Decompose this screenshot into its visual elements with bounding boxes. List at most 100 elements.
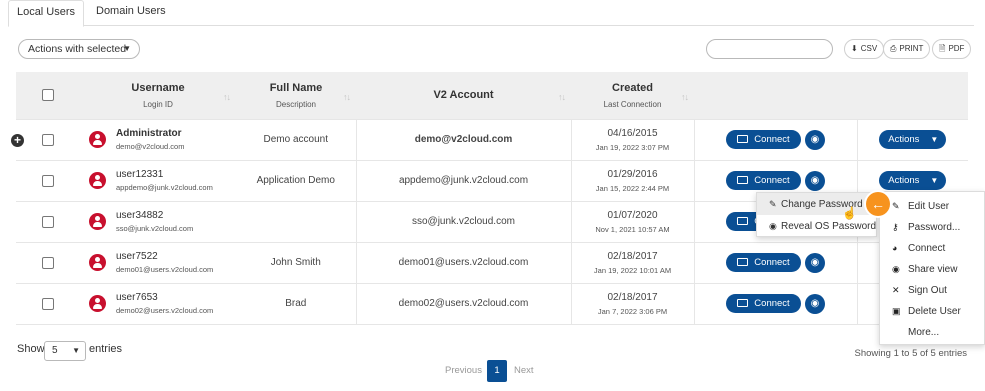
created-date: 01/07/2020: [607, 209, 658, 221]
created-cell: 02/18/2017 Jan 19, 2022 10:01 AM: [571, 241, 695, 283]
actions-column-header: [857, 72, 968, 119]
user-edit-icon: ✎: [892, 201, 900, 211]
row-checkbox[interactable]: [42, 174, 54, 187]
expand-row-icon[interactable]: +: [11, 134, 24, 147]
actions-button[interactable]: Actions ▼: [879, 171, 947, 190]
page-1-button[interactable]: 1: [487, 360, 507, 382]
page-size-value: 5: [52, 345, 58, 356]
username-cell: user12331 appdemo@junk.v2cloud.com: [80, 159, 236, 201]
eye-icon: ◉: [892, 264, 900, 274]
full-name-cell: John Smith: [236, 241, 357, 283]
connect-label: Connect: [754, 257, 790, 268]
v2-account-cell: sso@junk.v2cloud.com: [356, 200, 572, 242]
connect-button[interactable]: Connect: [726, 294, 801, 313]
key-icon: ⚷: [892, 222, 899, 232]
view-eye-button[interactable]: ◉: [805, 293, 825, 314]
more-menu-item[interactable]: More...: [880, 322, 984, 343]
connect-button[interactable]: Connect: [726, 130, 801, 149]
login-id: demo@v2cloud.com: [116, 142, 185, 152]
select-all-checkbox[interactable]: [42, 89, 54, 102]
user-avatar-icon: [89, 254, 106, 271]
actions-with-selected-label: Actions with selected: [28, 43, 127, 55]
caret-down-icon: ▼: [930, 135, 939, 144]
connect-cell: Connect ◉: [694, 282, 858, 325]
created-date: 02/18/2017: [607, 250, 658, 262]
eye-icon: ◉: [769, 221, 777, 231]
actions-label: Actions: [888, 175, 920, 186]
description-header-label: Description: [275, 99, 316, 109]
search-input[interactable]: [706, 39, 833, 59]
login-id-header-label: Login ID: [143, 99, 173, 109]
edit-user-label: Edit User: [908, 201, 950, 212]
print-button[interactable]: ⎙ PRINT: [883, 39, 931, 59]
view-eye-button[interactable]: ◉: [805, 170, 825, 191]
page-size-select[interactable]: 5 ▼: [44, 341, 86, 361]
change-password-menu-item[interactable]: ✎ Change Password: [757, 193, 876, 215]
username-column-header[interactable]: Username Login ID ↑↓: [80, 72, 236, 119]
full-name-column-header[interactable]: Full Name Description ↑↓: [236, 72, 356, 119]
row-checkbox[interactable]: [42, 256, 54, 269]
last-connection: Jan 7, 2022 3:06 PM: [597, 306, 668, 316]
share-view-menu-item[interactable]: ◉ Share view: [880, 259, 984, 280]
monitor-icon: [737, 299, 749, 307]
pencil-icon: ✎: [769, 199, 777, 209]
user-avatar-icon: [89, 131, 106, 148]
created-cell: 02/18/2017 Jan 7, 2022 3:06 PM: [571, 282, 695, 325]
row-checkbox[interactable]: [42, 297, 54, 310]
more-label: More...: [908, 327, 940, 338]
password-menu-item[interactable]: ⚷ Password...: [880, 217, 984, 238]
row-select-cell: [16, 200, 80, 242]
full-name-cell: Application Demo: [236, 159, 357, 201]
table-header-row: Username Login ID ↑↓ Full Name Descripti…: [16, 72, 968, 119]
username-cell: Administrator demo@v2cloud.com: [80, 118, 236, 160]
last-connection-header-label: Last Connection: [603, 99, 662, 109]
user-type-tabs: Local Users Domain Users: [8, 0, 974, 27]
connect-icon: ◕: [892, 243, 898, 253]
v2-account-cell: appdemo@junk.v2cloud.com: [356, 159, 572, 201]
table-row: user7653 demo02@users.v2cloud.com Brad de…: [16, 282, 968, 325]
reveal-os-password-menu-item[interactable]: ◉ Reveal OS Password: [757, 215, 876, 237]
full-name-cell: [236, 200, 357, 242]
tab-local-users[interactable]: Local Users: [8, 0, 84, 27]
created-column-header[interactable]: Created Last Connection ↑↓: [571, 72, 694, 119]
actions-button[interactable]: Actions ▼: [879, 130, 947, 149]
caret-down-icon: ▼: [123, 44, 131, 53]
connect-menu-item[interactable]: ◕ Connect: [880, 238, 984, 259]
view-eye-button[interactable]: ◉: [805, 252, 825, 273]
password-submenu: ✎ Change Password ◉ Reveal OS Password: [756, 192, 877, 237]
full-name-header-label: Full Name: [269, 81, 323, 94]
edit-user-menu-item[interactable]: ✎ Edit User: [880, 196, 984, 217]
full-name-cell: Demo account: [236, 118, 357, 160]
csv-label: CSV: [860, 44, 878, 53]
row-checkbox[interactable]: [42, 215, 54, 228]
download-icon: ⬇: [851, 44, 858, 53]
view-eye-button[interactable]: ◉: [805, 129, 825, 150]
table-row: user7522 demo01@users.v2cloud.com John Sm…: [16, 241, 968, 283]
next-page-button[interactable]: Next: [514, 360, 534, 382]
previous-page-button[interactable]: Previous: [445, 360, 482, 382]
sort-icon: ↑↓: [223, 92, 231, 102]
user-avatar-icon: [89, 172, 106, 189]
sort-icon: ↑↓: [681, 92, 689, 102]
actions-with-selected-dropdown[interactable]: Actions with selected ▼: [18, 39, 140, 59]
sign-out-menu-item[interactable]: ✕ Sign Out: [880, 280, 984, 301]
pdf-button[interactable]: 🗎 PDF: [932, 39, 972, 59]
tab-domain-users[interactable]: Domain Users: [96, 0, 166, 27]
username-cell: user7653 demo02@users.v2cloud.com: [80, 282, 236, 325]
row-checkbox[interactable]: [42, 133, 54, 146]
trash-icon: ▣: [892, 306, 901, 316]
username: user34882: [116, 209, 164, 221]
select-all-header: [16, 72, 80, 119]
close-icon: ✕: [892, 285, 900, 295]
created-cell: 04/16/2015 Jan 19, 2022 3:07 PM: [571, 118, 695, 160]
delete-user-menu-item[interactable]: ▣ Delete User: [880, 301, 984, 322]
connect-menu-label: Connect: [908, 243, 946, 254]
connect-button[interactable]: Connect: [726, 171, 801, 190]
connect-button[interactable]: Connect: [726, 253, 801, 272]
login-id: sso@junk.v2cloud.com: [116, 224, 194, 234]
user-avatar-icon: [89, 295, 106, 312]
csv-button[interactable]: ⬇ CSV: [844, 39, 885, 59]
reveal-os-password-label: Reveal OS Password: [781, 221, 877, 232]
file-pdf-icon: 🗎: [939, 44, 946, 53]
v2-account-column-header[interactable]: V2 Account ↑↓: [356, 72, 571, 119]
